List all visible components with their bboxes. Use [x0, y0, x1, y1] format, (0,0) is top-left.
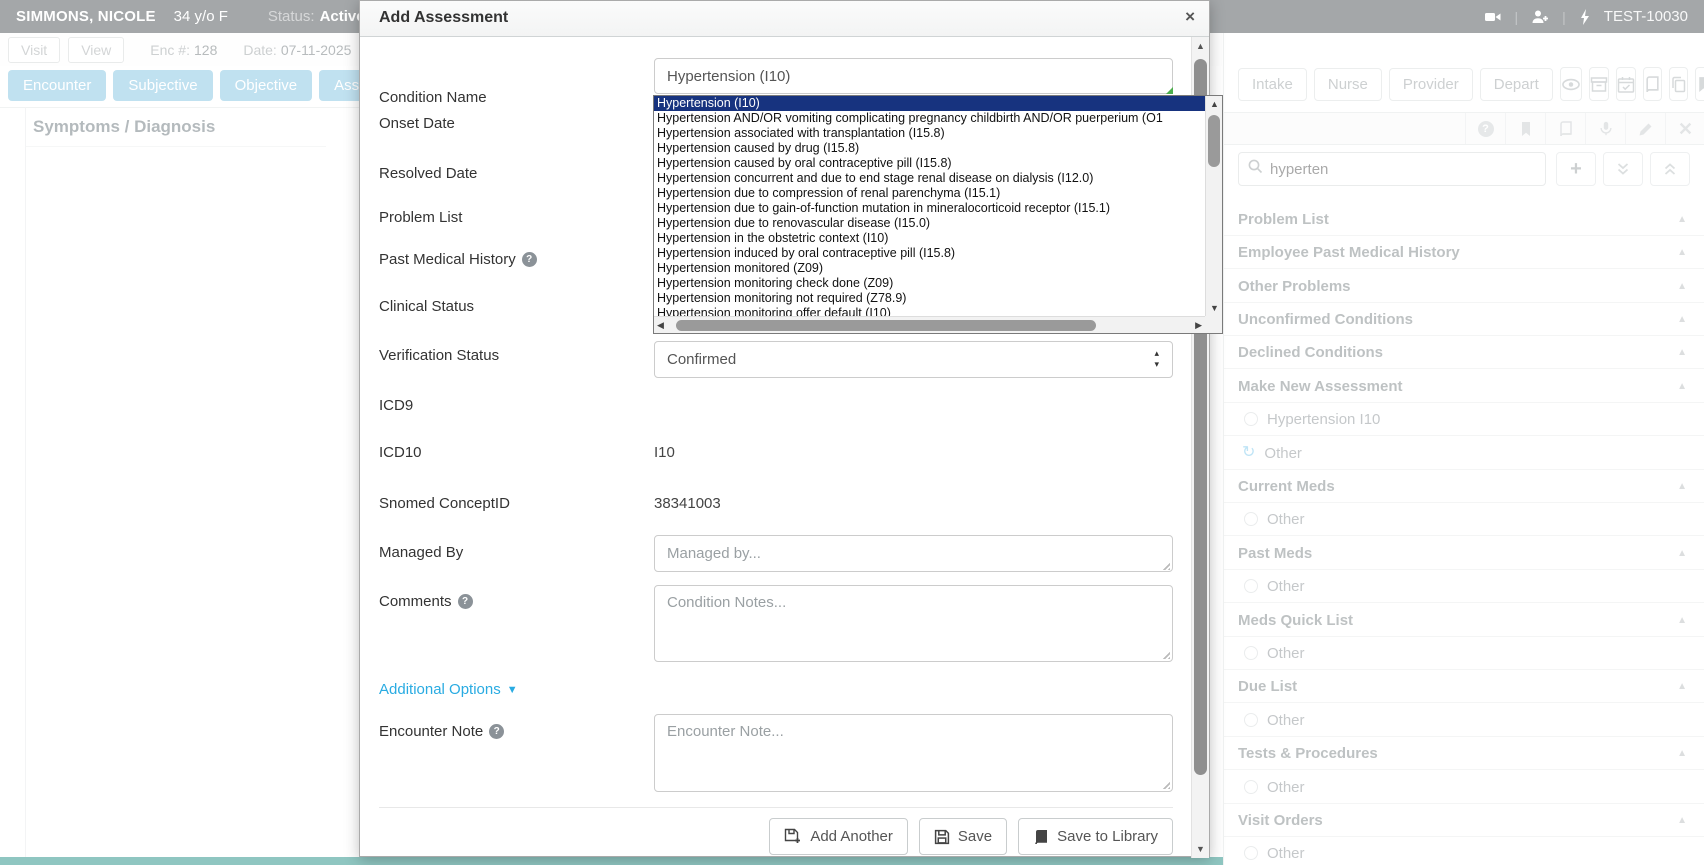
resize-handle-icon[interactable] — [1160, 649, 1170, 659]
scrollbar-thumb[interactable] — [676, 320, 1096, 331]
scroll-right-icon[interactable]: ▶ — [1195, 320, 1202, 331]
close-icon[interactable]: × — [1185, 7, 1195, 27]
dropdown-option[interactable]: Hypertension monitored (Z09) — [654, 261, 1205, 276]
screen: SIMMONS, NICOLE 34 y/o F Status: Active … — [0, 0, 1704, 865]
dropdown-option[interactable]: Hypertension caused by oral contraceptiv… — [654, 156, 1205, 171]
help-icon[interactable]: ? — [458, 594, 473, 609]
help-icon[interactable]: ? — [489, 724, 504, 739]
icd9-label: ICD9 — [379, 397, 413, 414]
icd10-label: ICD10 — [379, 444, 422, 461]
caret-down-icon: ▼ — [507, 684, 518, 696]
dropdown-option[interactable]: Hypertension due to gain-of-function mut… — [654, 201, 1205, 216]
condition-name-input[interactable] — [654, 58, 1173, 94]
snomed-label: Snomed ConceptID — [379, 495, 510, 512]
save-icon — [934, 829, 950, 845]
resize-handle-icon[interactable] — [1160, 779, 1170, 789]
condition-name-label: Condition Name — [379, 89, 487, 106]
add-assessment-modal: Add Assessment × Condition Name Onset Da… — [359, 0, 1210, 857]
managed-by-label: Managed By — [379, 544, 463, 561]
condition-autocomplete-dropdown: Hypertension (I10) Hypertension AND/OR v… — [653, 95, 1223, 334]
modal-footer: Add Another Save Save to Library — [654, 818, 1173, 855]
scroll-down-icon[interactable]: ▼ — [1192, 844, 1209, 854]
dropdown-option[interactable]: Hypertension in the obstetric context (I… — [654, 231, 1205, 246]
dropdown-option[interactable]: Hypertension monitoring check done (Z09) — [654, 276, 1205, 291]
dropdown-option[interactable]: Hypertension due to compression of renal… — [654, 186, 1205, 201]
comments-textarea[interactable] — [654, 585, 1173, 662]
dropdown-option[interactable]: Hypertension concurrent and due to end s… — [654, 171, 1205, 186]
dropdown-vertical-scrollbar[interactable]: ▲ ▼ — [1205, 96, 1222, 316]
dropdown-option-selected[interactable]: Hypertension (I10) — [654, 96, 1205, 111]
scroll-left-icon[interactable]: ◀ — [657, 320, 664, 331]
modal-title: Add Assessment — [379, 9, 508, 27]
scroll-down-icon[interactable]: ▼ — [1210, 303, 1219, 313]
additional-options-link[interactable]: Additional Options ▼ — [379, 681, 518, 698]
dropdown-option[interactable]: Hypertension induced by oral contracepti… — [654, 246, 1205, 261]
resize-handle-icon[interactable] — [1160, 560, 1170, 570]
scroll-up-icon[interactable]: ▲ — [1192, 41, 1209, 51]
save-button[interactable]: Save — [919, 818, 1007, 855]
scroll-up-icon[interactable]: ▲ — [1210, 99, 1219, 109]
save-plus-icon — [784, 828, 802, 845]
verification-status-select[interactable]: Confirmed ▴▾ — [654, 341, 1173, 378]
dropdown-option[interactable]: Hypertension caused by drug (I15.8) — [654, 141, 1205, 156]
comments-label: Comments? — [379, 593, 473, 610]
dropdown-option[interactable]: Hypertension monitoring offer default (I… — [654, 306, 1205, 316]
dropdown-option[interactable]: Hypertension associated with transplanta… — [654, 126, 1205, 141]
encounter-note-label: Encounter Note? — [379, 723, 504, 740]
scrollbar-corner — [1205, 316, 1222, 333]
encounter-note-textarea[interactable] — [654, 714, 1173, 792]
snomed-value: 38341003 — [654, 495, 721, 512]
resize-handle-icon[interactable] — [1166, 87, 1173, 94]
onset-date-label: Onset Date — [379, 115, 455, 132]
problem-list-label: Problem List — [379, 209, 462, 226]
dropdown-option[interactable]: Hypertension AND/OR vomiting complicatin… — [654, 111, 1205, 126]
clinical-status-label: Clinical Status — [379, 298, 474, 315]
help-icon[interactable]: ? — [522, 252, 537, 267]
managed-by-input[interactable] — [654, 535, 1173, 572]
dropdown-list: Hypertension (I10) Hypertension AND/OR v… — [654, 96, 1205, 316]
add-another-button[interactable]: Add Another — [769, 818, 908, 855]
save-to-library-button[interactable]: Save to Library — [1018, 818, 1173, 855]
modal-header: Add Assessment × — [360, 1, 1209, 37]
dropdown-option[interactable]: Hypertension due to renovascular disease… — [654, 216, 1205, 231]
footer-divider — [379, 807, 1173, 808]
scrollbar-thumb[interactable] — [1208, 115, 1220, 167]
past-medical-history-label: Past Medical History? — [379, 251, 537, 268]
book-icon — [1033, 829, 1049, 845]
select-arrows-icon: ▴▾ — [1154, 348, 1159, 370]
verification-status-label: Verification Status — [379, 347, 499, 364]
dropdown-option[interactable]: Hypertension monitoring not required (Z7… — [654, 291, 1205, 306]
dropdown-horizontal-scrollbar[interactable]: ◀ ▶ — [654, 316, 1205, 333]
icd10-value: I10 — [654, 444, 675, 461]
resolved-date-label: Resolved Date — [379, 165, 477, 182]
